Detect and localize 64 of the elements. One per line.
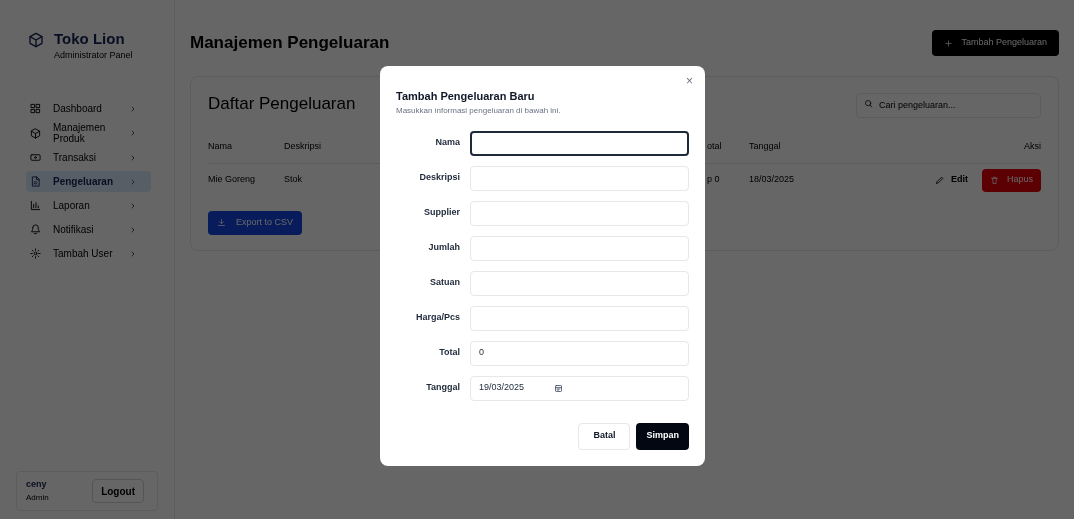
dialog-subtitle: Masukkan informasi pengeluaran di bawah ini. — [396, 104, 562, 117]
field-label: Nama — [434, 136, 460, 150]
chevron-icon — [129, 177, 137, 186]
input-field[interactable] — [470, 130, 689, 156]
field-label: Tanggal — [425, 381, 460, 395]
column-header: Tanggal — [749, 139, 781, 153]
sidebar-item[interactable]: Tambah User — [26, 243, 151, 265]
close-button[interactable]: × — [686, 72, 693, 90]
search-icon — [864, 99, 873, 109]
field-label: Satuan — [429, 276, 460, 290]
sidebar-item[interactable]: Manajemen Produk — [26, 122, 151, 145]
search-field[interactable]: Cari pengeluaran... — [856, 92, 1041, 118]
sidebar-item[interactable]: Laporan — [26, 195, 151, 217]
bar-chart-icon — [30, 200, 41, 212]
logout-button[interactable]: Logout — [92, 479, 144, 503]
table-cell: Mie Goreng — [208, 173, 256, 187]
field-label: Jumlah — [427, 241, 460, 255]
user-role: Admin — [26, 491, 49, 504]
brand-subtitle: Administrator Panel — [54, 48, 133, 62]
cube-icon — [28, 32, 44, 48]
sidebar-item[interactable]: Notifikasi — [26, 219, 151, 241]
card-title: Daftar Pengeluaran — [208, 93, 356, 115]
user-name: ceny — [26, 478, 48, 492]
table-cell: Stok — [284, 173, 302, 187]
cube-icon — [30, 127, 41, 139]
column-header: otal — [707, 139, 722, 153]
input-field[interactable]: 0 — [470, 340, 689, 366]
delete-button[interactable]: Hapus — [982, 168, 1041, 192]
chevron-icon — [129, 104, 137, 113]
document-icon — [30, 176, 41, 188]
sidebar-item[interactable]: Transaksi — [26, 147, 151, 169]
calendar-icon — [554, 383, 564, 393]
bell-icon — [30, 224, 41, 236]
chevron-icon — [129, 225, 137, 234]
plus-icon — [944, 38, 954, 48]
chevron-icon — [129, 201, 137, 210]
chevron-icon — [129, 153, 137, 162]
chevron-icon — [129, 129, 137, 138]
field-label: Harga/Pcs — [414, 311, 460, 325]
page-title: Manajemen Pengeluaran — [190, 32, 390, 55]
banknote-icon — [30, 152, 41, 164]
field-label: Supplier — [423, 206, 460, 220]
column-header: Aksi — [1024, 139, 1041, 153]
download-icon — [217, 218, 226, 227]
column-header: Deskripsi — [284, 139, 321, 153]
table-cell: p 0 — [707, 173, 720, 187]
export-button[interactable]: Export to CSV — [208, 210, 303, 235]
date-field[interactable]: 19/03/2025 — [470, 375, 689, 401]
table-cell: 18/03/2025 — [749, 173, 795, 187]
sidebar-item[interactable]: Dashboard — [26, 98, 151, 120]
brand-name: Toko Lion — [54, 30, 126, 49]
add-expense-button[interactable]: Tambah Pengeluaran — [932, 30, 1059, 56]
pencil-icon — [935, 175, 945, 185]
grid-icon — [30, 103, 41, 115]
field-label: Deskripsi — [418, 171, 460, 185]
gear-icon — [30, 248, 41, 260]
trash-icon — [990, 175, 999, 185]
chevron-icon — [129, 249, 137, 258]
field-label: Total — [438, 346, 460, 360]
save-button[interactable]: Simpan — [636, 422, 689, 450]
sidebar-item[interactable]: Pengeluaran — [26, 171, 151, 193]
column-header: Nama — [208, 139, 232, 153]
cancel-button[interactable]: Batal — [578, 422, 631, 450]
dialog-title: Tambah Pengeluaran Baru — [396, 89, 536, 104]
